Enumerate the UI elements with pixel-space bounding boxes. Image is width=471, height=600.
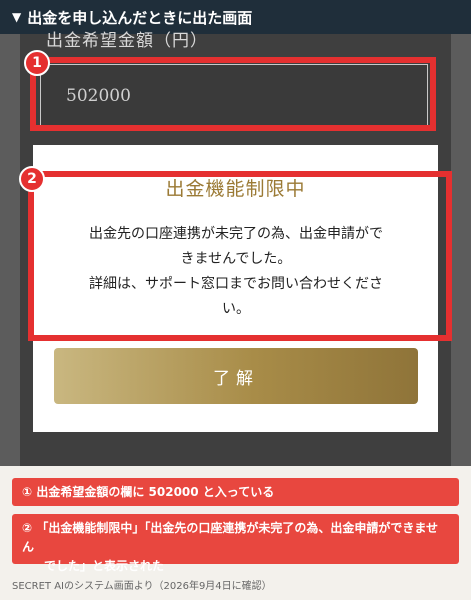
note-2-line-2: でした」と表示された <box>44 559 165 573</box>
number-badge-2: 2 <box>19 166 45 192</box>
highlight-box-1 <box>30 57 436 131</box>
note-2-line-1: ② 「出金機能制限中」「出金先の口座連携が未完了の為、出金申請ができません <box>22 521 438 554</box>
note-2: ② 「出金機能制限中」「出金先の口座連携が未完了の為、出金申請ができません でし… <box>12 514 459 573</box>
amount-field-label: 出金希望金額（円） <box>46 31 208 51</box>
note-1: ① 出金希望金額の欄に 502000 と入っている <box>12 478 459 506</box>
header-title: 出金を申し込んだときに出た画面 <box>27 8 253 27</box>
ok-button[interactable]: 了解 <box>54 348 418 404</box>
triangle-down-icon: ▼ <box>12 10 22 24</box>
number-badge-1: 1 <box>24 50 50 76</box>
source-caption: SECRET AIのシステム画面より（2026年9月4日に確認） <box>12 581 272 592</box>
highlight-box-2 <box>28 171 452 341</box>
